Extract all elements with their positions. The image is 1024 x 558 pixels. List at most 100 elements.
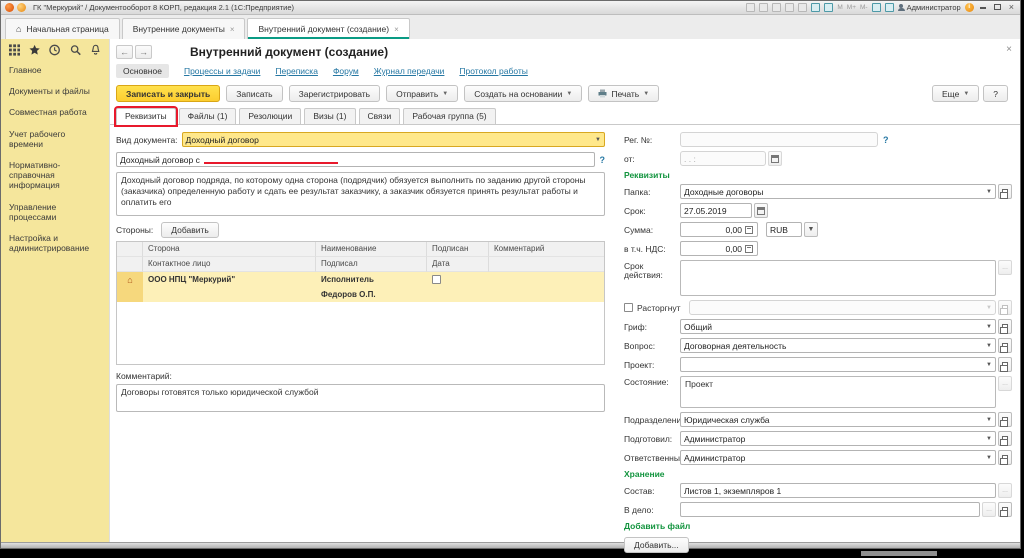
- register-button[interactable]: Зарегистрировать: [289, 85, 381, 102]
- sidebar-item-reference-info[interactable]: Нормативно-справочная информация: [9, 160, 101, 191]
- document-name-field[interactable]: Доходный договор с: [116, 152, 595, 167]
- open-grif-icon[interactable]: [998, 319, 1012, 334]
- chevron-down-icon[interactable]: ▼: [592, 137, 604, 143]
- section-main[interactable]: Основное: [116, 64, 169, 78]
- save-button[interactable]: Записать: [226, 85, 282, 102]
- open-case-icon[interactable]: [998, 502, 1012, 517]
- reg-number-field[interactable]: [680, 132, 878, 147]
- tab-internal-document-create[interactable]: Внутренний документ (создание) ×: [247, 18, 409, 39]
- project-field[interactable]: ▼: [680, 357, 996, 372]
- case-field[interactable]: [680, 502, 980, 517]
- state-field[interactable]: Проект: [680, 376, 996, 408]
- current-user[interactable]: Администратор: [898, 3, 961, 12]
- favorites-star-icon[interactable]: [29, 44, 40, 56]
- col-signed-by[interactable]: Подписал: [316, 257, 427, 272]
- calculator-icon[interactable]: [745, 226, 757, 234]
- terminated-checkbox[interactable]: [624, 303, 633, 312]
- currency-field[interactable]: RUB: [766, 222, 802, 237]
- comment-field[interactable]: Договоры готовятся только юридической сл…: [116, 384, 605, 412]
- department-field[interactable]: Юридическая служба▼: [680, 412, 996, 427]
- menu-grid-icon[interactable]: [9, 44, 20, 56]
- col-name[interactable]: Наименование: [316, 242, 427, 257]
- contact-cell[interactable]: [143, 287, 316, 302]
- question-field[interactable]: Договорная деятельность▼: [680, 338, 996, 353]
- zoom-m-button[interactable]: M: [837, 4, 842, 11]
- col-comment[interactable]: Комментарий: [489, 242, 604, 257]
- chevron-down-icon[interactable]: ▼: [983, 343, 995, 349]
- tab-resolutions[interactable]: Резолюции: [239, 108, 301, 124]
- table-empty-area[interactable]: [117, 302, 604, 364]
- col-contact[interactable]: Контактное лицо: [143, 257, 316, 272]
- responsible-field[interactable]: Администратор▼: [680, 450, 996, 465]
- main-menu-icon[interactable]: [17, 3, 26, 12]
- role-cell[interactable]: Исполнитель: [316, 272, 427, 287]
- send-icon[interactable]: [785, 3, 794, 12]
- state-more-button[interactable]: ...: [998, 376, 1012, 391]
- magnifier-icon[interactable]: [872, 3, 881, 12]
- search-icon[interactable]: [70, 44, 81, 56]
- signed-cell[interactable]: [427, 272, 489, 287]
- chevron-down-icon[interactable]: ▼: [983, 436, 995, 442]
- date-cell[interactable]: [427, 287, 489, 302]
- preview-icon[interactable]: [772, 3, 781, 12]
- sidebar-item-main[interactable]: Главное: [9, 65, 101, 75]
- open-question-icon[interactable]: [998, 338, 1012, 353]
- reg-date-field[interactable]: . . :: [680, 151, 766, 166]
- due-date-field[interactable]: 27.05.2019: [680, 203, 752, 218]
- open-prepared-icon[interactable]: [998, 431, 1012, 446]
- signed-by-cell[interactable]: Федоров О.П.: [316, 287, 427, 302]
- open-folder-icon[interactable]: [998, 184, 1012, 199]
- tab-home[interactable]: ⌂ Начальная страница: [5, 18, 120, 39]
- back-button[interactable]: ←: [116, 45, 133, 59]
- sidebar-item-process-management[interactable]: Управление процессами: [9, 202, 101, 222]
- app-logo-icon[interactable]: [5, 3, 14, 12]
- chevron-down-icon[interactable]: ▼: [983, 362, 995, 368]
- history-clock-icon[interactable]: [49, 44, 60, 56]
- forward-button[interactable]: →: [135, 45, 152, 59]
- link-work-protocol[interactable]: Протокол работы: [459, 66, 527, 76]
- tab-files[interactable]: Файлы (1): [179, 108, 237, 124]
- calculator-tool-icon[interactable]: [824, 3, 833, 12]
- tab-visas[interactable]: Визы (1): [304, 108, 355, 124]
- sidebar-item-collaboration[interactable]: Совместная работа: [9, 107, 101, 117]
- tab-requisites[interactable]: Реквизиты: [116, 108, 176, 125]
- sidebar-item-settings-administration[interactable]: Настройка и администрирование: [9, 233, 101, 253]
- chevron-down-icon[interactable]: ▼: [983, 324, 995, 330]
- chevron-down-icon[interactable]: ▼: [983, 189, 995, 195]
- name-help-link[interactable]: ?: [600, 155, 606, 165]
- panel-icon[interactable]: [885, 3, 894, 12]
- tab-internal-documents[interactable]: Внутренние документы ×: [122, 18, 246, 39]
- tab-working-group[interactable]: Рабочая группа (5): [403, 108, 495, 124]
- calculator-icon[interactable]: [745, 245, 757, 253]
- help-button[interactable]: ?: [983, 85, 1008, 102]
- chevron-down-icon[interactable]: ▼: [983, 455, 995, 461]
- tab-close-icon[interactable]: ×: [230, 25, 235, 34]
- calendar-icon[interactable]: [768, 151, 782, 166]
- prepared-by-field[interactable]: Администратор▼: [680, 431, 996, 446]
- send-button[interactable]: Отправить▼: [386, 85, 458, 102]
- link-transfer-log[interactable]: Журнал передачи: [374, 66, 445, 76]
- tab-links[interactable]: Связи: [359, 108, 401, 124]
- form-close-icon[interactable]: ×: [1006, 44, 1012, 55]
- sidebar-item-time-tracking[interactable]: Учет рабочего времени: [9, 129, 101, 149]
- add-party-button[interactable]: Добавить: [161, 222, 219, 238]
- sidebar-item-documents-files[interactable]: Документы и файлы: [9, 86, 101, 96]
- window-restore-button[interactable]: [992, 3, 1003, 12]
- print-button[interactable]: Печать▼: [588, 85, 659, 102]
- create-based-on-button[interactable]: Создать на основании▼: [464, 85, 582, 102]
- more-button[interactable]: Еще▼: [932, 85, 979, 102]
- open-project-icon[interactable]: [998, 357, 1012, 372]
- comment-cell[interactable]: [489, 272, 604, 287]
- signed-checkbox[interactable]: [432, 275, 441, 284]
- calendar-icon[interactable]: [754, 203, 768, 218]
- sum-field[interactable]: 0,00: [680, 222, 758, 237]
- open-department-icon[interactable]: [998, 412, 1012, 427]
- document-description-field[interactable]: Доходный договор подряда, по которому од…: [116, 172, 605, 216]
- zoom-minus-button[interactable]: M-: [860, 4, 868, 11]
- attach-icon[interactable]: [798, 3, 807, 12]
- currency-dropdown-button[interactable]: ▼: [804, 222, 818, 237]
- validity-field[interactable]: [680, 260, 996, 296]
- link-correspondence[interactable]: Переписка: [275, 66, 318, 76]
- document-kind-field[interactable]: Доходный договор ▼: [182, 132, 605, 147]
- party-cell[interactable]: ООО НПЦ "Меркурий": [143, 272, 316, 287]
